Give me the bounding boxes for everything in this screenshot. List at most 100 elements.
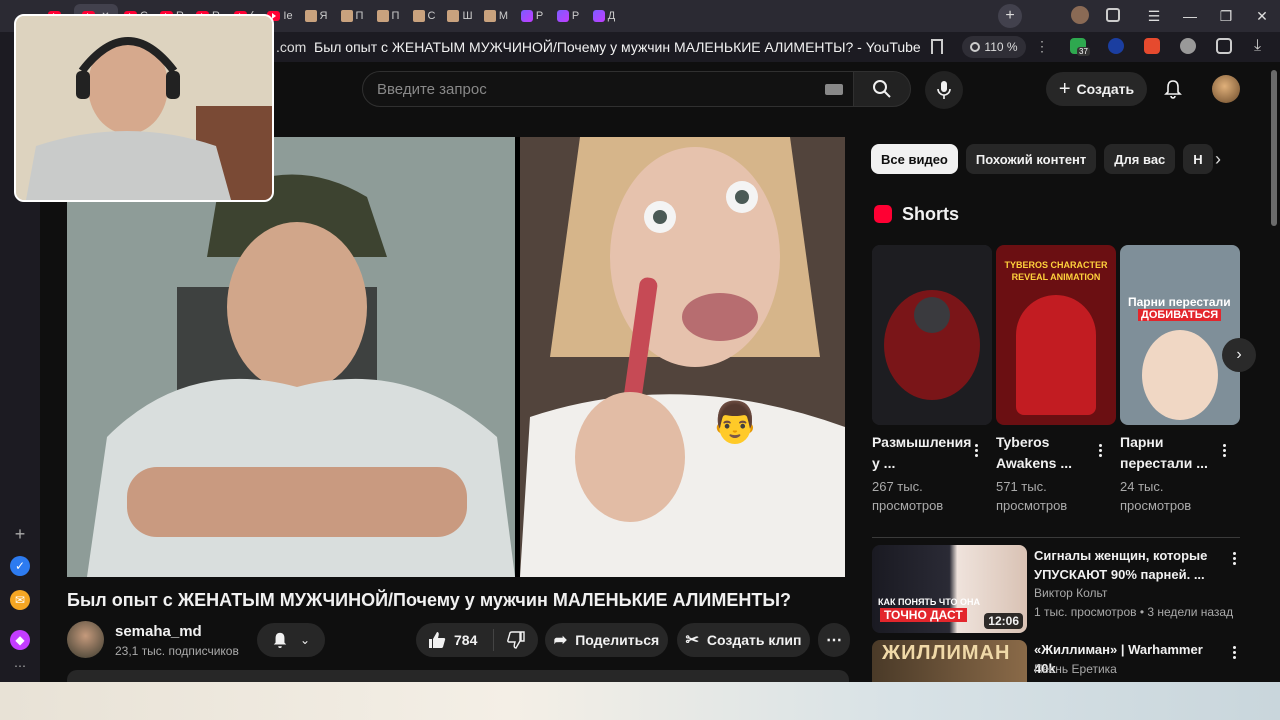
image-favicon-icon xyxy=(376,10,389,22)
url-text[interactable]: .com xyxy=(276,39,306,55)
keyboard-icon[interactable] xyxy=(825,84,843,95)
video-title: Был опыт с ЖЕНАТЫМ МУЖЧИНОЙ/Почему у муж… xyxy=(67,590,791,610)
notifications-button[interactable] xyxy=(1160,78,1186,100)
voice-search-button[interactable] xyxy=(925,71,963,109)
account-avatar[interactable] xyxy=(1212,75,1240,103)
browser-tab[interactable]: Д xyxy=(586,4,622,28)
channel-avatar[interactable] xyxy=(67,621,104,658)
browser-tab[interactable]: M xyxy=(478,4,514,28)
short-title[interactable]: Парни перестали ... xyxy=(1120,432,1216,474)
rec-channel[interactable]: Песнь Еретика xyxy=(1034,662,1117,676)
minimize-icon[interactable]: — xyxy=(1172,4,1208,28)
bookmark-icon[interactable] xyxy=(931,39,943,54)
profile-avatar[interactable] xyxy=(1071,6,1089,24)
close-window-icon[interactable]: ✕ xyxy=(1244,4,1280,28)
red-extension-icon[interactable] xyxy=(1144,38,1160,54)
short-overlay-text: Парни перестали xyxy=(1128,295,1231,309)
new-tab-button[interactable]: + xyxy=(998,4,1022,28)
like-button[interactable]: 784 xyxy=(416,629,494,651)
chevron-down-icon: ⌄ xyxy=(299,633,311,647)
browser-tab[interactable]: Я xyxy=(298,4,334,28)
short-menu-icon[interactable] xyxy=(968,440,984,460)
image-favicon-icon xyxy=(340,10,353,22)
browser-tab[interactable]: P xyxy=(550,4,586,28)
dislike-button[interactable] xyxy=(494,631,538,649)
shelf-divider xyxy=(872,537,1240,538)
browser-tab[interactable]: Ш xyxy=(442,4,478,28)
webcam-overlay xyxy=(14,14,274,202)
rec-title[interactable]: Сигналы женщин, которые УПУСКАЮТ 90% пар… xyxy=(1034,546,1224,584)
like-count: 784 xyxy=(454,632,478,648)
rec-thumbnail[interactable]: ЖИЛЛИМАН xyxy=(872,640,1027,682)
filter-chip[interactable]: Похожий контент xyxy=(965,144,1097,174)
collections-icon[interactable] xyxy=(1106,8,1120,22)
sidebar-check-icon[interactable]: ✓ xyxy=(10,556,30,576)
short-overlay-text: ДОБИВАТЬСЯ xyxy=(1138,309,1222,321)
shorts-section-title: Shorts xyxy=(902,204,960,224)
subscriber-count: 23,1 тыс. подписчиков xyxy=(115,644,239,658)
sidebar-add-icon[interactable]: + xyxy=(10,524,30,544)
globe-extension-icon[interactable] xyxy=(1180,38,1196,54)
create-button[interactable]: + Создать xyxy=(1046,72,1147,106)
puzzle-extension-icon[interactable] xyxy=(1216,38,1232,54)
image-favicon-icon xyxy=(412,10,425,22)
streamer-figure xyxy=(16,16,272,200)
image-favicon-icon xyxy=(483,10,496,22)
short-title[interactable]: Размышления у ... xyxy=(872,432,971,474)
create-label: Создать xyxy=(1076,81,1135,97)
short-title[interactable]: Tyberos Awakens ... xyxy=(996,432,1092,474)
sidebar-mail-icon[interactable]: ✉ xyxy=(10,590,30,610)
search-icon xyxy=(873,80,891,98)
browser-tab[interactable]: P xyxy=(514,4,550,28)
scissors-icon: ✂ xyxy=(685,632,699,649)
rec-thumbnail[interactable]: КАК ПОНЯТЬ ЧТО ОНА ТОЧНО ДАСТ 12:06 xyxy=(872,545,1027,633)
restore-icon[interactable]: ❐ xyxy=(1208,4,1244,28)
rec-menu-icon[interactable] xyxy=(1226,642,1242,662)
channel-name[interactable]: semaha_md xyxy=(115,623,202,640)
search-input[interactable]: Введите запрос xyxy=(362,71,854,107)
browser-tab[interactable]: П xyxy=(334,4,370,28)
scrollbar-thumb[interactable] xyxy=(1271,70,1277,226)
tab-label: C xyxy=(427,10,436,22)
filter-chip[interactable]: Для вас xyxy=(1104,144,1176,174)
like-dislike-group: 784 xyxy=(416,623,538,657)
subscription-bell-button[interactable]: ⌄ xyxy=(257,623,325,657)
short-thumbnail[interactable]: TYBEROS CHARACTER REVEAL ANIMATION xyxy=(996,245,1116,425)
ublock-extension-icon[interactable] xyxy=(1108,38,1124,54)
share-label: Поделиться xyxy=(575,632,660,648)
video-player[interactable]: 👨 xyxy=(67,137,845,577)
clip-label: Создать клип xyxy=(706,632,802,648)
video-left-pane xyxy=(67,137,515,577)
short-thumbnail[interactable]: Парни перестали ДОБИВАТЬСЯ xyxy=(1120,245,1240,425)
shorts-next-icon[interactable]: › xyxy=(1222,338,1256,372)
short-menu-icon[interactable] xyxy=(1216,440,1232,460)
ai-favicon-icon xyxy=(556,10,569,22)
sidebar-more-icon[interactable]: ⋯ xyxy=(10,656,30,676)
short-menu-icon[interactable] xyxy=(1092,440,1108,460)
zoom-indicator[interactable]: 110 % xyxy=(962,36,1026,58)
short-views: 571 тыс. просмотров xyxy=(996,479,1068,513)
page-title: Был опыт с ЖЕНАТЫМ МУЖЧИНОЙ/Почему у муж… xyxy=(314,39,921,55)
share-button[interactable]: ➦ Поделиться xyxy=(545,623,668,657)
rec-menu-icon[interactable] xyxy=(1226,548,1242,568)
browser-tab[interactable]: П xyxy=(370,4,406,28)
sidebar-ai-icon[interactable]: ◆ xyxy=(10,630,30,650)
short-thumbnail[interactable] xyxy=(872,245,992,425)
tab-label: M xyxy=(498,10,509,22)
download-icon[interactable]: ⤓ xyxy=(1254,37,1261,55)
menu-icon[interactable]: ☰ xyxy=(1136,4,1172,28)
tab-label: П xyxy=(355,10,364,22)
search-button[interactable] xyxy=(853,71,911,107)
chips-next-icon[interactable]: › xyxy=(1206,148,1230,170)
zoom-level: 110 % xyxy=(984,40,1018,54)
rec-thumb-caption-a: КАК ПОНЯТЬ ЧТО ОНА xyxy=(878,597,980,607)
rec-channel[interactable]: Виктор Кольт xyxy=(1034,586,1107,600)
thumbs-up-icon xyxy=(429,632,446,648)
create-clip-button[interactable]: ✂ Создать клип xyxy=(677,623,810,657)
extension-badge: 37 xyxy=(1077,47,1090,56)
more-actions-button[interactable]: ⋯ xyxy=(818,623,850,657)
more-vertical-icon[interactable]: ⋮ xyxy=(1035,38,1049,55)
browser-tab[interactable]: C xyxy=(406,4,442,28)
filter-chip[interactable]: Все видео xyxy=(871,144,958,174)
tab-label: Я xyxy=(319,10,328,22)
